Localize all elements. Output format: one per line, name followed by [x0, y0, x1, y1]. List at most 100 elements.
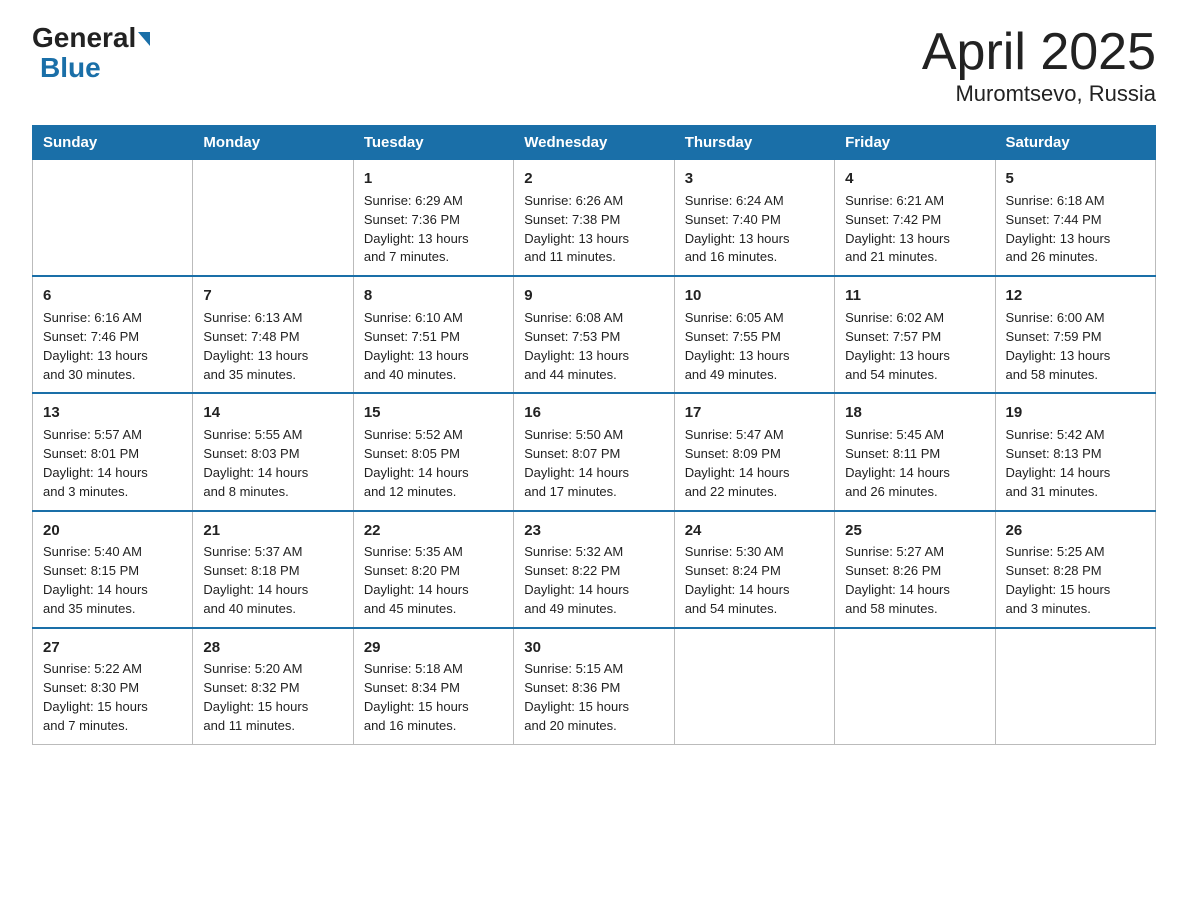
day-info: and 26 minutes.	[1006, 248, 1145, 267]
day-info: and 54 minutes.	[685, 600, 824, 619]
day-info: Daylight: 13 hours	[203, 347, 342, 366]
day-info: Daylight: 14 hours	[203, 464, 342, 483]
day-info: Daylight: 14 hours	[43, 464, 182, 483]
calendar-empty-cell	[193, 160, 353, 277]
day-info: Daylight: 13 hours	[845, 230, 984, 249]
day-info: Daylight: 15 hours	[1006, 581, 1145, 600]
day-info: Daylight: 14 hours	[845, 581, 984, 600]
day-info: Sunrise: 5:45 AM	[845, 426, 984, 445]
day-number: 12	[1006, 285, 1145, 307]
day-info: Sunset: 8:28 PM	[1006, 562, 1145, 581]
day-info: Sunrise: 5:27 AM	[845, 543, 984, 562]
day-info: and 58 minutes.	[1006, 366, 1145, 385]
day-number: 26	[1006, 520, 1145, 542]
day-info: Daylight: 13 hours	[685, 230, 824, 249]
day-info: and 16 minutes.	[364, 717, 503, 736]
day-info: Daylight: 14 hours	[364, 464, 503, 483]
calendar-day-29: 29Sunrise: 5:18 AMSunset: 8:34 PMDayligh…	[353, 628, 513, 745]
day-number: 1	[364, 168, 503, 190]
day-info: Sunset: 8:30 PM	[43, 679, 182, 698]
weekday-header-wednesday: Wednesday	[514, 126, 674, 160]
day-info: Sunset: 8:07 PM	[524, 445, 663, 464]
calendar-day-27: 27Sunrise: 5:22 AMSunset: 8:30 PMDayligh…	[33, 628, 193, 745]
day-info: Sunrise: 5:35 AM	[364, 543, 503, 562]
calendar-empty-cell	[33, 160, 193, 277]
day-info: Sunset: 7:38 PM	[524, 211, 663, 230]
day-info: Daylight: 13 hours	[1006, 230, 1145, 249]
day-info: Sunrise: 5:52 AM	[364, 426, 503, 445]
day-info: Sunrise: 5:30 AM	[685, 543, 824, 562]
day-info: Sunset: 7:46 PM	[43, 328, 182, 347]
day-info: and 35 minutes.	[43, 600, 182, 619]
day-info: Sunrise: 5:55 AM	[203, 426, 342, 445]
calendar-week-row: 13Sunrise: 5:57 AMSunset: 8:01 PMDayligh…	[33, 393, 1156, 510]
day-info: Sunrise: 5:47 AM	[685, 426, 824, 445]
day-info: Sunrise: 5:18 AM	[364, 660, 503, 679]
calendar-day-5: 5Sunrise: 6:18 AMSunset: 7:44 PMDaylight…	[995, 160, 1155, 277]
day-number: 3	[685, 168, 824, 190]
day-info: Daylight: 15 hours	[43, 698, 182, 717]
day-info: Daylight: 14 hours	[524, 464, 663, 483]
weekday-header-friday: Friday	[835, 126, 995, 160]
day-number: 11	[845, 285, 984, 307]
page-title: April 2025	[922, 24, 1156, 81]
day-info: Sunrise: 5:37 AM	[203, 543, 342, 562]
calendar-day-6: 6Sunrise: 6:16 AMSunset: 7:46 PMDaylight…	[33, 276, 193, 393]
day-info: Sunset: 7:44 PM	[1006, 211, 1145, 230]
calendar-week-row: 6 Sunrise: 6:16 AMSunset: 7:46 PM Daylight…	[33, 276, 1156, 393]
day-info: and 22 minutes.	[685, 483, 824, 502]
day-info: Sunset: 8:34 PM	[364, 679, 503, 698]
day-info: Sunrise: 5:50 AM	[524, 426, 663, 445]
day-number: 18	[845, 402, 984, 424]
day-info: Sunset: 8:15 PM	[43, 562, 182, 581]
day-info: Sunrise: 5:32 AM	[524, 543, 663, 562]
day-number: 5	[1006, 168, 1145, 190]
day-info: and 31 minutes.	[1006, 483, 1145, 502]
day-info: Sunset: 8:13 PM	[1006, 445, 1145, 464]
day-info: Sunset: 7:36 PM	[364, 211, 503, 230]
day-info: Sunrise: 6:16 AM	[43, 309, 182, 328]
day-info: Sunset: 8:26 PM	[845, 562, 984, 581]
calendar-day-30: 30Sunrise: 5:15 AMSunset: 8:36 PMDayligh…	[514, 628, 674, 745]
day-number: 10	[685, 285, 824, 307]
day-info: and 7 minutes.	[364, 248, 503, 267]
calendar-day-15: 15Sunrise: 5:52 AMSunset: 8:05 PMDayligh…	[353, 393, 513, 510]
day-number: 23	[524, 520, 663, 542]
day-info: Sunrise: 6:21 AM	[845, 192, 984, 211]
day-number: 20	[43, 520, 182, 542]
day-number: 6	[43, 285, 182, 307]
day-info: Sunrise: 6:29 AM	[364, 192, 503, 211]
day-number: 2	[524, 168, 663, 190]
calendar-day-16: 16Sunrise: 5:50 AMSunset: 8:07 PMDayligh…	[514, 393, 674, 510]
day-info: and 49 minutes.	[524, 600, 663, 619]
day-number: 15	[364, 402, 503, 424]
day-info: and 7 minutes.	[43, 717, 182, 736]
day-info: and 30 minutes.	[43, 366, 182, 385]
page-header: General Blue April 2025 Muromtsevo, Russ…	[32, 24, 1156, 107]
day-info: Sunset: 7:53 PM	[524, 328, 663, 347]
calendar-day-20: 20Sunrise: 5:40 AMSunset: 8:15 PMDayligh…	[33, 511, 193, 628]
day-number: 9	[524, 285, 663, 307]
day-info: Sunset: 8:32 PM	[203, 679, 342, 698]
calendar-day-23: 23Sunrise: 5:32 AMSunset: 8:22 PMDayligh…	[514, 511, 674, 628]
day-info: and 12 minutes.	[364, 483, 503, 502]
day-number: 29	[364, 637, 503, 659]
weekday-header-thursday: Thursday	[674, 126, 834, 160]
calendar-day-7: 7Sunrise: 6:13 AMSunset: 7:48 PMDaylight…	[193, 276, 353, 393]
day-info: Daylight: 14 hours	[685, 581, 824, 600]
day-info: and 17 minutes.	[524, 483, 663, 502]
day-info: Sunset: 7:40 PM	[685, 211, 824, 230]
day-info: Sunrise: 5:40 AM	[43, 543, 182, 562]
title-area: April 2025 Muromtsevo, Russia	[922, 24, 1156, 107]
calendar-header-row: SundayMondayTuesdayWednesdayThursdayFrid…	[33, 126, 1156, 160]
day-info: Sunrise: 5:42 AM	[1006, 426, 1145, 445]
calendar-day-13: 13Sunrise: 5:57 AMSunset: 8:01 PMDayligh…	[33, 393, 193, 510]
calendar-day-4: 4Sunrise: 6:21 AMSunset: 7:42 PMDaylight…	[835, 160, 995, 277]
day-number: 21	[203, 520, 342, 542]
day-info: and 40 minutes.	[203, 600, 342, 619]
day-info: Sunrise: 6:10 AM	[364, 309, 503, 328]
day-info: Daylight: 14 hours	[364, 581, 503, 600]
logo: General Blue	[32, 24, 150, 84]
weekday-header-sunday: Sunday	[33, 126, 193, 160]
day-info: Sunset: 8:20 PM	[364, 562, 503, 581]
